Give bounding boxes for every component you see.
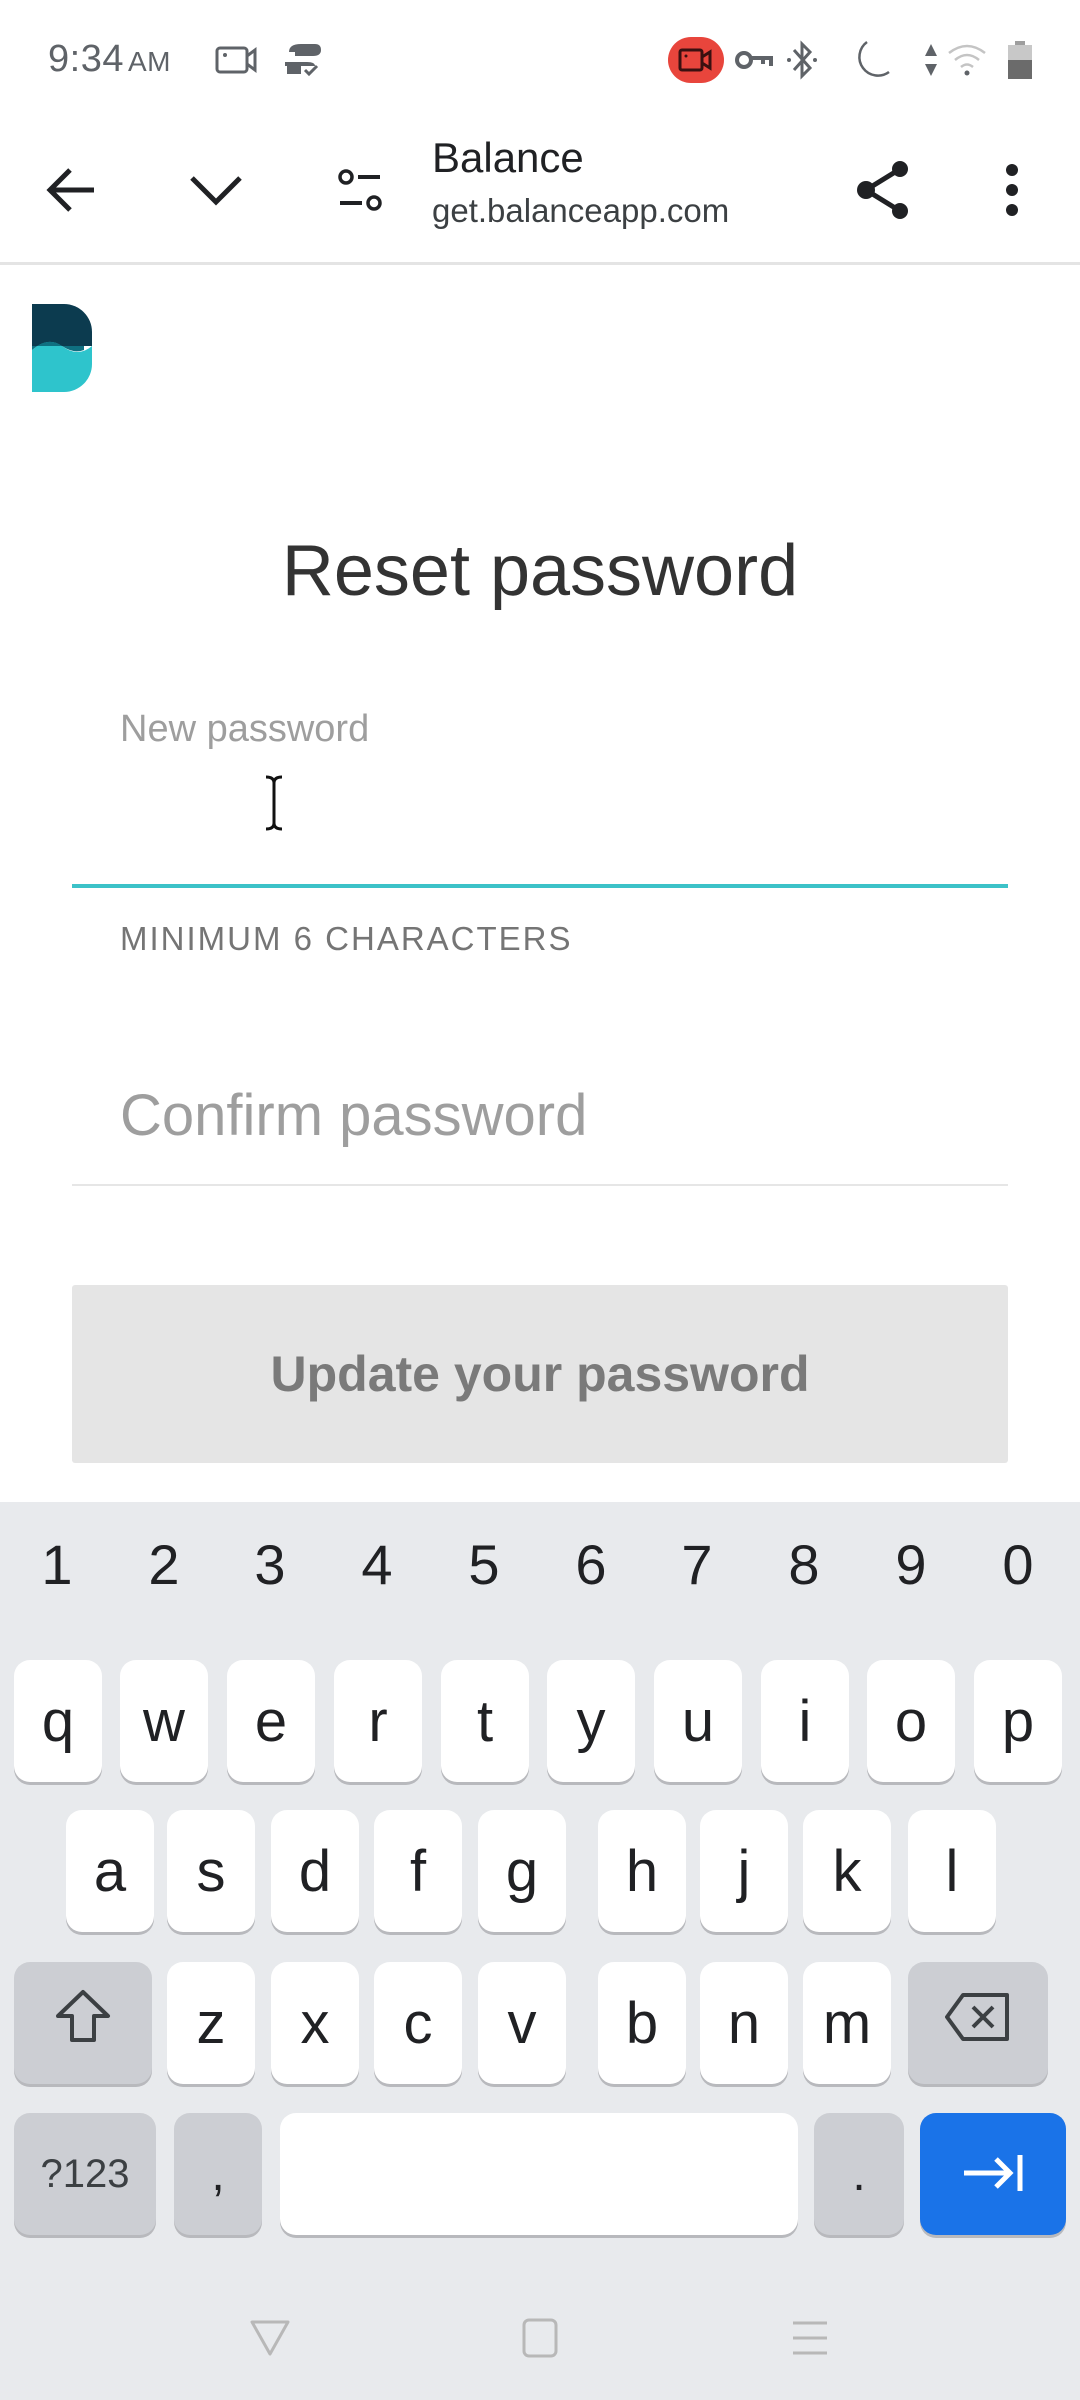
do-not-disturb-icon bbox=[848, 40, 894, 80]
shift-key[interactable] bbox=[14, 1962, 152, 2084]
more-vert-icon bbox=[1004, 162, 1020, 223]
key-9[interactable]: 9 bbox=[871, 1532, 951, 1597]
period-key[interactable]: . bbox=[814, 2113, 904, 2235]
key-y[interactable]: y bbox=[547, 1660, 635, 1782]
time-text: 9:34 bbox=[48, 38, 124, 80]
sync-icon bbox=[280, 40, 326, 80]
key-n[interactable]: n bbox=[700, 1962, 788, 2084]
url-text[interactable]: get.balanceapp.com bbox=[432, 192, 729, 230]
symbols-key[interactable]: ?123 bbox=[14, 2113, 156, 2235]
key-r[interactable]: r bbox=[334, 1660, 422, 1782]
confirm-password-underline bbox=[72, 1184, 1008, 1186]
vpn-key-icon bbox=[734, 40, 774, 80]
key-b[interactable]: b bbox=[598, 1962, 686, 2084]
key-g[interactable]: g bbox=[478, 1810, 566, 1932]
new-password-underline bbox=[72, 884, 1008, 888]
shift-icon bbox=[54, 1988, 112, 2058]
share-icon bbox=[854, 159, 914, 226]
new-password-input[interactable] bbox=[72, 760, 1008, 884]
key-4[interactable]: 4 bbox=[337, 1532, 417, 1597]
key-q[interactable]: q bbox=[14, 1660, 102, 1782]
confirm-password-input[interactable] bbox=[72, 1050, 1008, 1180]
key-0[interactable]: 0 bbox=[978, 1532, 1058, 1597]
key-3[interactable]: 3 bbox=[230, 1532, 310, 1597]
key-c[interactable]: c bbox=[374, 1962, 462, 2084]
status-time: 9:34 AM bbox=[48, 38, 171, 81]
tab-next-icon bbox=[960, 2141, 1026, 2208]
space-key[interactable] bbox=[280, 2113, 798, 2235]
new-password-label: New password bbox=[120, 708, 370, 750]
keyboard: 1 2 3 4 5 6 7 8 9 0 q w e r t y u i o p … bbox=[0, 1502, 1080, 2400]
backspace-key[interactable] bbox=[908, 1962, 1048, 2084]
key-2[interactable]: 2 bbox=[124, 1532, 204, 1597]
key-x[interactable]: x bbox=[271, 1962, 359, 2084]
key-v[interactable]: v bbox=[478, 1962, 566, 2084]
key-f[interactable]: f bbox=[374, 1810, 462, 1932]
key-o[interactable]: o bbox=[867, 1660, 955, 1782]
comma-key[interactable]: , bbox=[174, 2113, 262, 2235]
next-key[interactable] bbox=[920, 2113, 1066, 2235]
key-1[interactable]: 1 bbox=[17, 1532, 97, 1597]
bluetooth-icon bbox=[782, 40, 822, 80]
number-row: 1 2 3 4 5 6 7 8 9 0 bbox=[0, 1532, 1080, 1612]
page-title-text: Balance bbox=[432, 134, 584, 181]
key-a[interactable]: a bbox=[66, 1810, 154, 1932]
recording-badge-icon bbox=[668, 37, 724, 83]
nav-back-button[interactable] bbox=[240, 2310, 300, 2370]
ampm-text: AM bbox=[127, 46, 171, 77]
key-w[interactable]: w bbox=[120, 1660, 208, 1782]
key-k[interactable]: k bbox=[803, 1810, 891, 1932]
collapse-button[interactable] bbox=[174, 150, 258, 234]
key-7[interactable]: 7 bbox=[657, 1532, 737, 1597]
wifi-icon bbox=[944, 40, 990, 80]
screen-record-icon bbox=[214, 40, 260, 80]
back-button[interactable] bbox=[30, 150, 114, 234]
nav-recents-button[interactable] bbox=[780, 2310, 840, 2370]
home-square-icon bbox=[520, 2317, 560, 2364]
key-p[interactable]: p bbox=[974, 1660, 1062, 1782]
key-u[interactable]: u bbox=[654, 1660, 742, 1782]
key-h[interactable]: h bbox=[598, 1810, 686, 1932]
balance-logo[interactable] bbox=[32, 300, 94, 396]
key-l[interactable]: l bbox=[908, 1810, 996, 1932]
key-m[interactable]: m bbox=[803, 1962, 891, 2084]
update-password-button[interactable]: Update your password bbox=[72, 1285, 1008, 1463]
battery-icon bbox=[1004, 40, 1036, 80]
key-6[interactable]: 6 bbox=[551, 1532, 631, 1597]
data-arrows-icon bbox=[920, 40, 942, 80]
back-arrow-icon bbox=[46, 164, 98, 221]
reset-password-heading: Reset password bbox=[281, 531, 799, 611]
key-t[interactable]: t bbox=[441, 1660, 529, 1782]
key-e[interactable]: e bbox=[227, 1660, 315, 1782]
more-options-button[interactable] bbox=[970, 150, 1054, 234]
key-z[interactable]: z bbox=[167, 1962, 255, 2084]
nav-home-button[interactable] bbox=[510, 2310, 570, 2370]
backspace-icon bbox=[945, 1990, 1011, 2057]
back-triangle-icon bbox=[248, 2318, 292, 2363]
site-settings-button[interactable] bbox=[318, 150, 402, 234]
key-s[interactable]: s bbox=[167, 1810, 255, 1932]
key-j[interactable]: j bbox=[700, 1810, 788, 1932]
password-hint: MINIMUM 6 CHARACTERS bbox=[120, 920, 573, 957]
site-settings-icon bbox=[336, 167, 384, 218]
status-bar: 9:34 AM bbox=[0, 0, 1080, 120]
recents-menu-icon bbox=[789, 2318, 831, 2363]
key-i[interactable]: i bbox=[761, 1660, 849, 1782]
key-5[interactable]: 5 bbox=[444, 1532, 524, 1597]
key-8[interactable]: 8 bbox=[764, 1532, 844, 1597]
navigation-bar bbox=[0, 2280, 1080, 2400]
browser-toolbar: Balance get.balanceapp.com bbox=[0, 120, 1080, 265]
text-cursor-icon bbox=[262, 775, 286, 831]
share-button[interactable] bbox=[842, 150, 926, 234]
key-d[interactable]: d bbox=[271, 1810, 359, 1932]
chevron-down-icon bbox=[188, 172, 244, 213]
